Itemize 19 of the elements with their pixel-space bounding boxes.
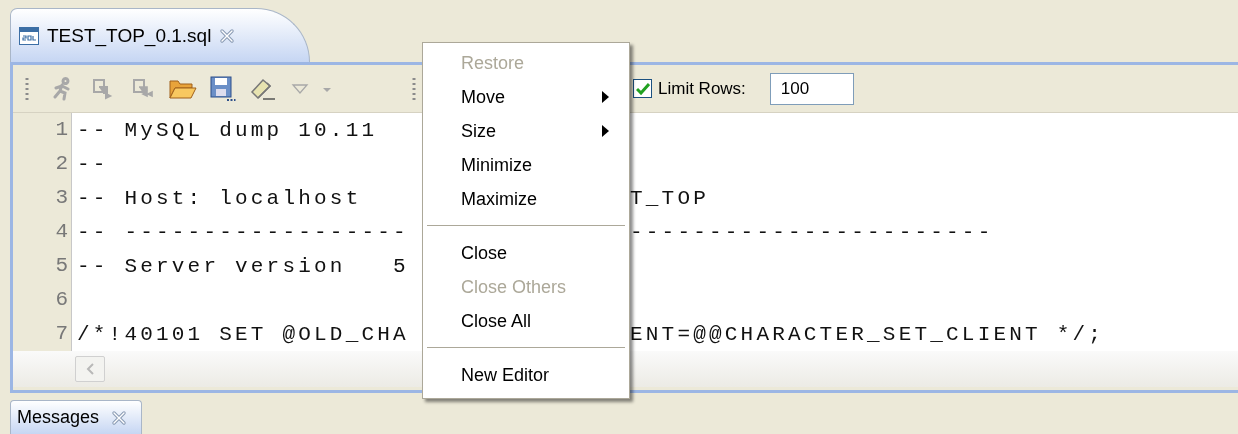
line-number: 3 — [42, 181, 72, 215]
line-number: 4 — [42, 215, 72, 249]
tab-title: TEST_TOP_0.1.sql — [47, 24, 212, 47]
code-text: ENT=@@CHARACTER_SET_CLIENT */; — [630, 322, 1105, 346]
code-text: T_TOP — [630, 186, 709, 210]
code-text: -- Host: localhost — [77, 186, 362, 210]
line-number: 2 — [42, 147, 72, 181]
line-number: 6 — [42, 283, 72, 317]
line-number: 7 — [42, 317, 72, 351]
limit-rows-label: Limit Rows: — [658, 78, 746, 99]
code-text: -- ------------------ — [77, 220, 409, 244]
code-text: /*!40101 SET @OLD_CHA — [77, 322, 409, 346]
line-number: 1 — [42, 113, 72, 147]
code-text: -- — [77, 152, 109, 176]
code-text: ----------------------- — [630, 220, 994, 244]
code-text: -- Server version 5 — [77, 254, 409, 278]
tab-title: Messages — [17, 407, 100, 428]
line-number: 5 — [42, 249, 72, 283]
code-text: -- MySQL dump 10.11 — [77, 118, 378, 142]
